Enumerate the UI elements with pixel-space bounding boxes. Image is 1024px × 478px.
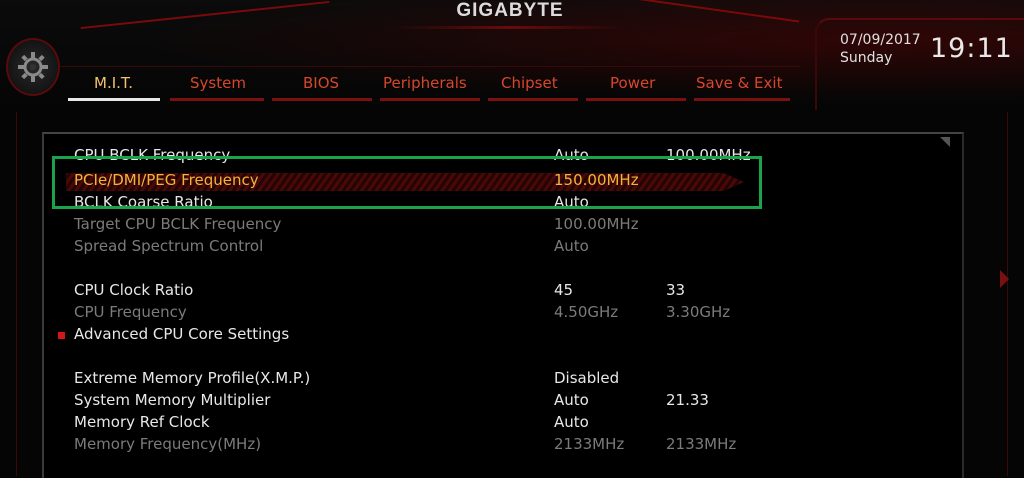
tab-chipset-underline	[488, 98, 578, 101]
tab-bios-underline	[272, 98, 372, 101]
setting-current-value: 3.30GHz	[666, 303, 731, 321]
tab-mit[interactable]: M.I.T.	[94, 74, 133, 96]
tab-peripherals[interactable]: Peripherals	[383, 74, 467, 96]
setting-current-value: 21.33	[666, 391, 709, 409]
setting-value: 4.50GHz	[554, 303, 619, 321]
tab-peripherals-underline	[380, 98, 480, 101]
tab-save-exit[interactable]: Save & Exit	[696, 74, 782, 96]
setting-row-cpu-clock-ratio[interactable]: CPU Clock Ratio 45 33	[44, 281, 962, 303]
gear-icon[interactable]	[6, 38, 60, 96]
tab-mit-underline	[68, 98, 160, 101]
setting-row-memory-multiplier[interactable]: System Memory Multiplier Auto 21.33	[44, 391, 962, 413]
setting-label: Memory Frequency(MHz)	[74, 435, 262, 453]
tab-power[interactable]: Power	[610, 74, 655, 96]
setting-label: CPU Frequency	[74, 303, 187, 321]
tab-system-underline	[170, 98, 264, 101]
time-display: 19:11	[930, 33, 1013, 64]
setting-value: Auto	[554, 237, 589, 255]
setting-row-memory-frequency: Memory Frequency(MHz) 2133MHz 2133MHz	[44, 435, 962, 457]
setting-row-advanced-cpu-core[interactable]: Advanced CPU Core Settings	[44, 325, 962, 347]
setting-value: Auto	[554, 413, 589, 431]
brand-underline	[395, 26, 625, 29]
setting-row-memory-ref-clock[interactable]: Memory Ref Clock Auto	[44, 413, 962, 435]
setting-label: Extreme Memory Profile(X.M.P.)	[74, 369, 311, 387]
setting-row-target-bclk: Target CPU BCLK Frequency 100.00MHz	[44, 215, 962, 237]
setting-label: Memory Ref Clock	[74, 413, 210, 431]
setting-value: 100.00MHz	[554, 215, 639, 233]
panel-top-mask	[44, 134, 962, 142]
red-square-icon	[58, 332, 65, 339]
header-decoration	[80, 0, 330, 30]
tab-power-underline	[586, 98, 686, 101]
setting-value: 2133MHz	[554, 435, 625, 453]
setting-row-spread-spectrum: Spread Spectrum Control Auto	[44, 237, 962, 259]
green-annotation-box	[52, 156, 762, 209]
setting-current-value: 2133MHz	[666, 435, 737, 453]
setting-value: Disabled	[554, 369, 620, 387]
tab-save-exit-underline	[694, 98, 790, 101]
setting-row-cpu-frequency: CPU Frequency 4.50GHz 3.30GHz	[44, 303, 962, 325]
day-text: Sunday	[840, 50, 893, 66]
chevron-right-icon[interactable]	[1000, 270, 1009, 288]
tab-chipset[interactable]: Chipset	[501, 74, 558, 96]
setting-value: Auto	[554, 391, 589, 409]
header-decoration	[620, 0, 800, 23]
setting-label: System Memory Multiplier	[74, 391, 271, 409]
tab-bios[interactable]: BIOS	[303, 74, 339, 96]
panel-corner	[940, 137, 950, 147]
date-display: 07/09/2017 Sunday	[840, 31, 921, 67]
setting-label: Advanced CPU Core Settings	[74, 325, 290, 343]
setting-label: Spread Spectrum Control	[74, 237, 264, 255]
setting-row-xmp[interactable]: Extreme Memory Profile(X.M.P.) Disabled	[44, 369, 962, 391]
setting-current-value: 33	[666, 281, 686, 299]
brand-logo: GIGABYTE	[456, 0, 564, 21]
tab-system[interactable]: System	[190, 74, 246, 96]
date-text: 07/09/2017	[840, 32, 921, 48]
bios-header: GIGABYTE M.I.T. System BIOS Peripherals	[0, 0, 1024, 112]
setting-label: CPU Clock Ratio	[74, 281, 194, 299]
setting-label: Target CPU BCLK Frequency	[74, 215, 282, 233]
setting-value: 45	[554, 281, 574, 299]
